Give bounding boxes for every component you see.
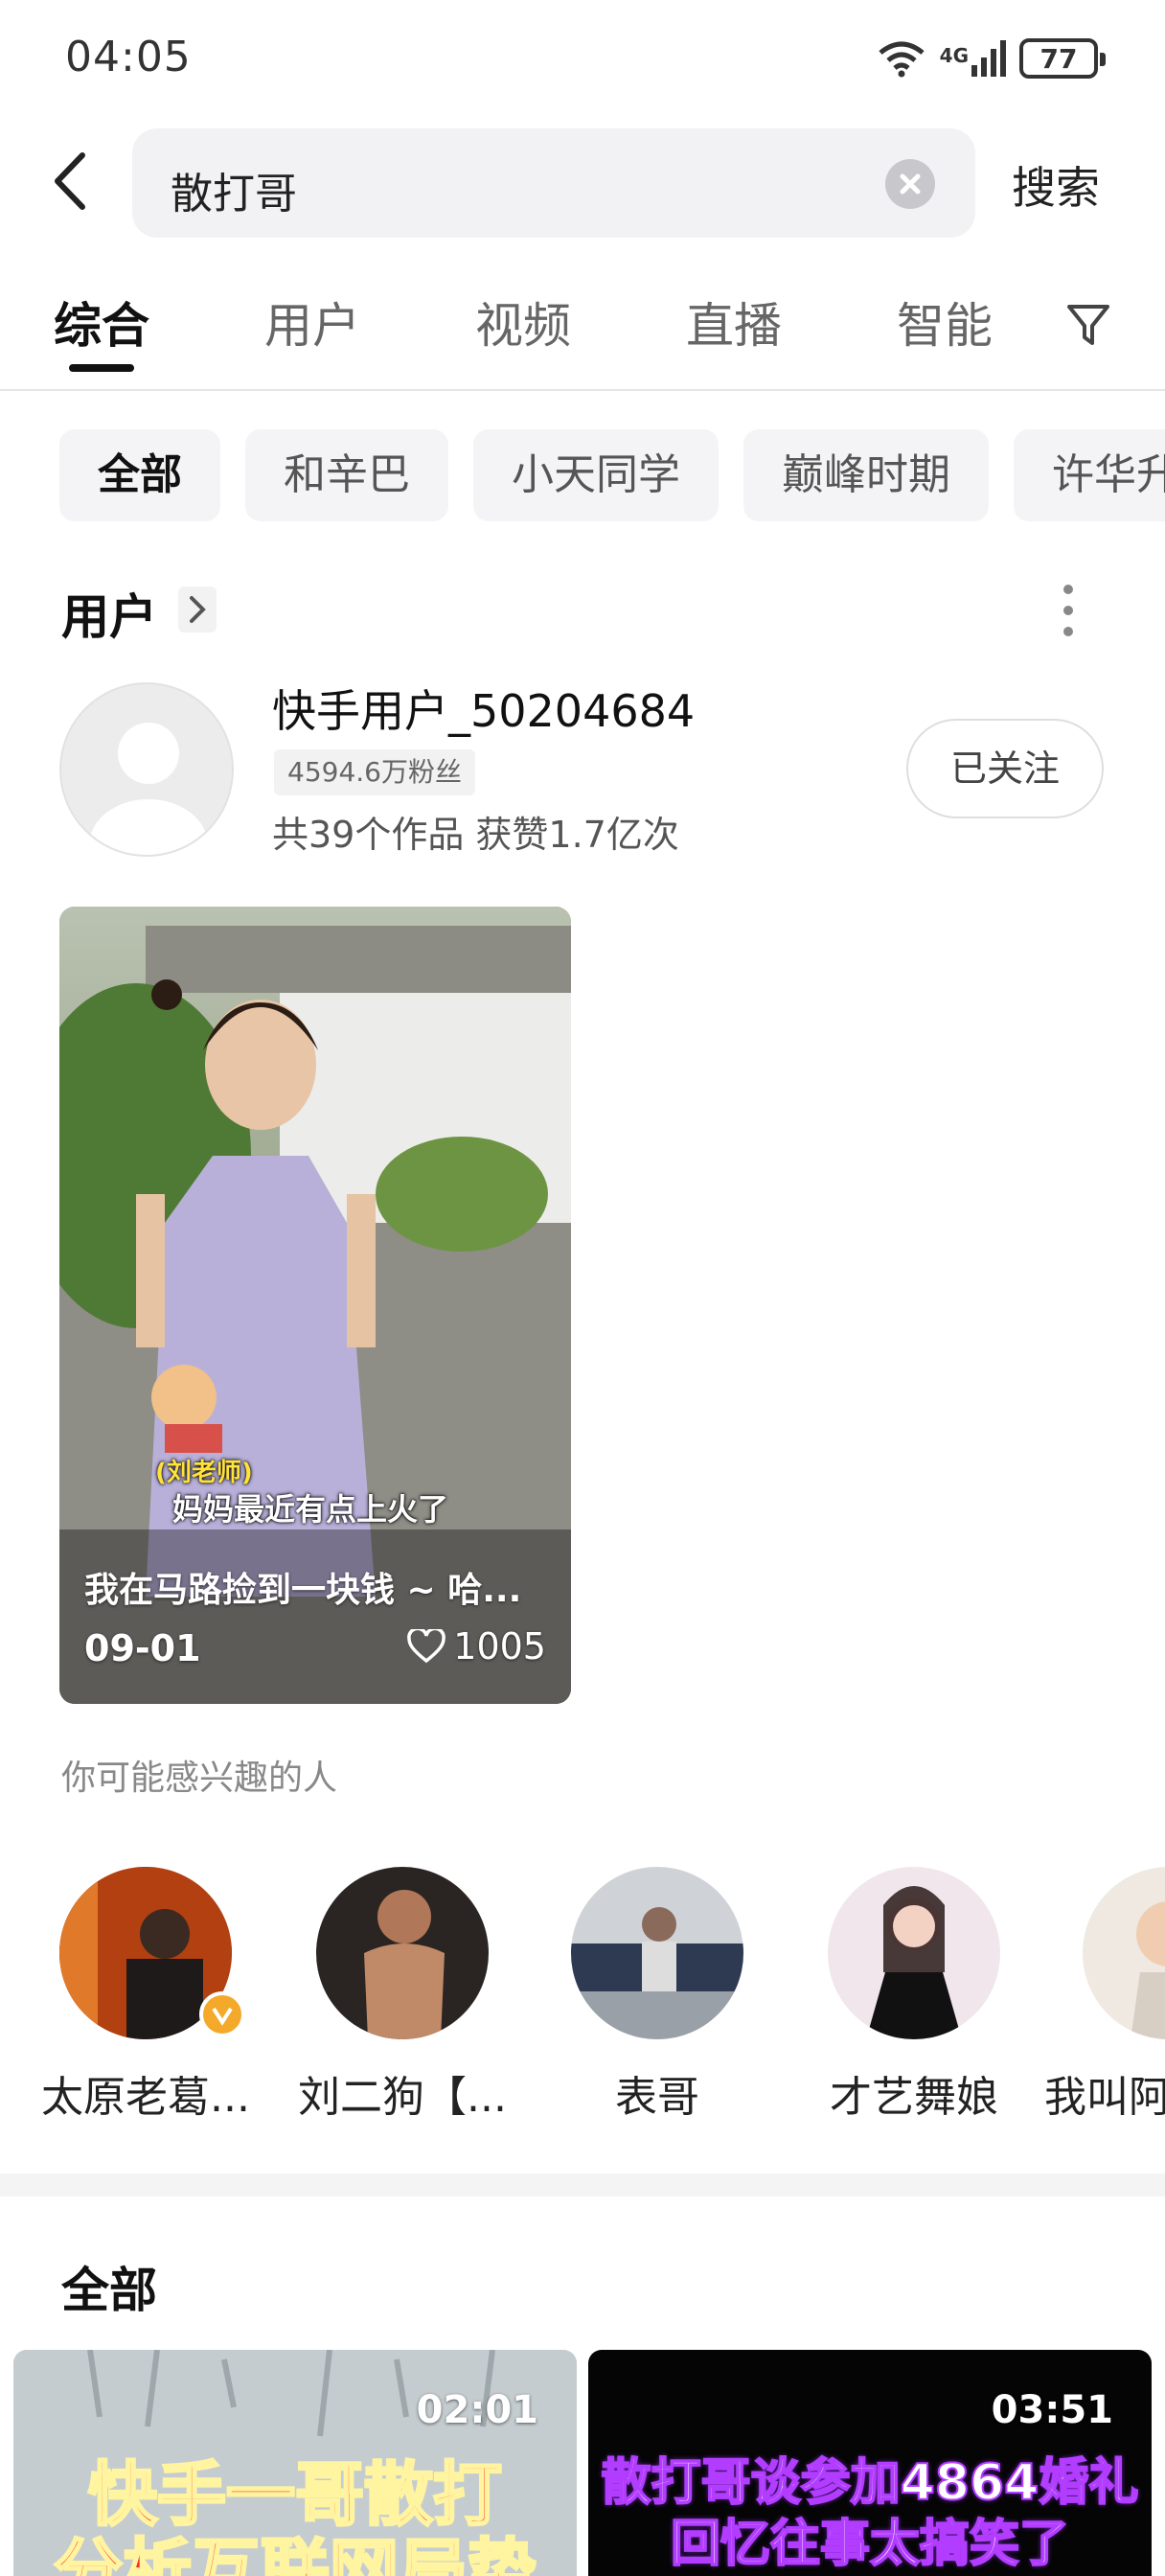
chip-item[interactable]: 许华升: [1014, 429, 1165, 521]
clear-icon[interactable]: [885, 159, 935, 209]
chip-item[interactable]: 和辛巴: [245, 429, 448, 521]
tab-active-indicator: [69, 364, 134, 372]
chevron-right-icon[interactable]: [178, 586, 217, 632]
video-duration: 02:01: [416, 2388, 538, 2432]
video-subtitle: 妈妈最近有点上火了: [172, 1491, 449, 1528]
recommend-list: 太原老葛... 刘二狗【... 表哥 才艺舞娘 我叫阿: [0, 1867, 1165, 2116]
filter-chips: 全部 和辛巴 小天同学 巅峰时期 许华升: [59, 429, 1165, 521]
status-time: 04:05: [65, 33, 192, 81]
avatar: [571, 1867, 743, 2039]
tab-smart[interactable]: 智能: [897, 288, 993, 356]
video-thumbnail-card[interactable]: 03:51 散打哥谈参加4864婚礼 回忆往事太搞笑了: [588, 2350, 1152, 2576]
video-card[interactable]: (刘老师) 妈妈最近有点上火了 我在马路捡到一块钱 ~ 哈... 09-01 1…: [59, 907, 571, 1704]
tab-live[interactable]: 直播: [686, 288, 782, 356]
section-divider: [0, 2174, 1165, 2196]
avatar: [828, 1867, 1000, 2039]
search-header: 散打哥 搜索: [0, 125, 1165, 240]
search-query[interactable]: 散打哥: [171, 159, 297, 220]
recommend-name: 我叫阿: [1044, 2073, 1165, 2116]
recommend-item[interactable]: 我叫阿: [1044, 1867, 1165, 2116]
recommend-name: 表哥: [615, 2073, 699, 2116]
avatar: [316, 1867, 489, 2039]
recommend-name: 刘二狗【...: [298, 2073, 507, 2116]
more-icon[interactable]: [1058, 583, 1079, 638]
status-bar: 04:05 4G 77: [0, 0, 1165, 115]
chip-all[interactable]: 全部: [59, 429, 220, 521]
recommend-name: 才艺舞娘: [830, 2073, 998, 2116]
verified-icon: [199, 1991, 245, 2037]
fans-badge: 4594.6万粉丝: [274, 749, 475, 795]
user-section-title[interactable]: 用户: [61, 579, 157, 648]
filter-icon[interactable]: [1065, 301, 1111, 349]
recommend-item[interactable]: 刘二狗【...: [278, 1867, 527, 2116]
back-icon[interactable]: [46, 151, 96, 211]
video-title: 我在马路捡到一块钱 ~ 哈...: [84, 1571, 522, 1610]
user-name[interactable]: 快手用户_50204684: [272, 677, 695, 740]
recommend-title: 你可能感兴趣的人: [61, 1759, 338, 1798]
follow-button[interactable]: 已关注: [906, 719, 1104, 818]
battery-level: 77: [1039, 42, 1078, 75]
tab-comprehensive[interactable]: 综合: [54, 288, 149, 356]
heart-icon: [407, 1629, 446, 1664]
likes-count: 1005: [453, 1625, 546, 1668]
search-button[interactable]: 搜索: [1012, 153, 1100, 217]
recommend-name: 太原老葛...: [41, 2073, 250, 2116]
video-caption: 分析互联网局势: [52, 2530, 537, 2576]
user-stats: 共39个作品 获赞1.7亿次: [272, 814, 679, 856]
status-icons: 4G 77: [877, 36, 1106, 80]
signal-icon: [971, 40, 1006, 77]
video-date: 09-01: [84, 1627, 201, 1669]
tab-videos[interactable]: 视频: [475, 288, 571, 356]
recommend-item[interactable]: 表哥: [533, 1867, 782, 2116]
video-likes: 1005: [407, 1625, 546, 1668]
video-thumbnail-card[interactable]: 02:01 快手一哥散打 分析互联网局势: [13, 2350, 577, 2576]
chip-item[interactable]: 小天同学: [473, 429, 719, 521]
search-input[interactable]: 散打哥: [132, 128, 975, 238]
avatar[interactable]: [59, 682, 234, 857]
recommend-item[interactable]: 太原老葛...: [21, 1867, 270, 2116]
video-caption: 回忆往事太搞笑了: [670, 2515, 1070, 2574]
network-type: 4G: [939, 44, 969, 67]
subtitle-speaker: (刘老师): [155, 1459, 253, 1487]
video-duration: 03:51: [991, 2388, 1113, 2432]
recommend-item[interactable]: 才艺舞娘: [789, 1867, 1039, 2116]
all-section-title: 全部: [61, 2263, 157, 2318]
avatar: [1083, 1867, 1165, 2039]
tab-bar: 综合 用户 视频 直播 智能: [0, 278, 1165, 391]
chip-item[interactable]: 巅峰时期: [743, 429, 989, 521]
wifi-icon: [879, 41, 925, 78]
tab-users[interactable]: 用户: [264, 288, 360, 356]
battery-icon: 77: [1019, 38, 1106, 79]
